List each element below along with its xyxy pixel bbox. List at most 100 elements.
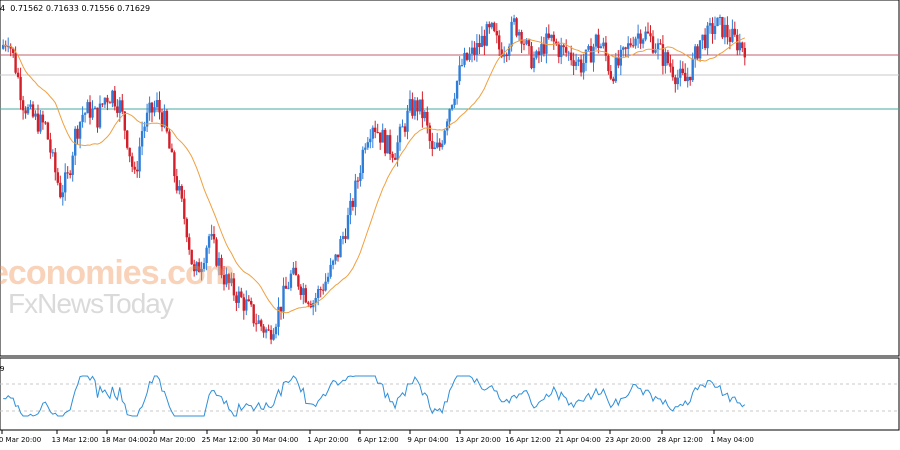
candle-body bbox=[326, 276, 330, 282]
candle-body bbox=[599, 46, 603, 49]
candle-body bbox=[207, 236, 211, 248]
candle-body bbox=[741, 42, 744, 49]
time-axis-label: 16 Apr 12:00 bbox=[505, 436, 551, 444]
candle-body bbox=[651, 36, 655, 53]
candle-body bbox=[607, 55, 610, 72]
candle-body bbox=[168, 131, 171, 149]
candle-body bbox=[592, 46, 595, 63]
chart-window[interactable]: 0 Mar 20:00 13 Mar 12:00 18 Mar 04:00 20 Ma… bbox=[0, 0, 900, 450]
candle-body bbox=[726, 24, 729, 38]
candle-body bbox=[51, 152, 54, 154]
candle-body bbox=[679, 68, 682, 78]
candle-body bbox=[302, 288, 305, 295]
candle-body bbox=[433, 147, 436, 149]
candle-body bbox=[698, 40, 702, 59]
candle-body bbox=[54, 152, 57, 173]
oscillator-line bbox=[3, 375, 746, 417]
candle-body bbox=[669, 63, 672, 67]
time-axis: 0 Mar 20:00 13 Mar 12:00 18 Mar 04:00 20 Ma… bbox=[0, 430, 754, 444]
candle-body bbox=[34, 113, 37, 117]
candle-body bbox=[483, 35, 486, 46]
candle-body bbox=[733, 28, 736, 35]
candle-body bbox=[572, 60, 575, 66]
candle-body bbox=[272, 334, 275, 340]
candle-body bbox=[634, 38, 637, 46]
candle-body bbox=[510, 21, 513, 47]
candle-body bbox=[16, 72, 20, 77]
time-axis-label: 18 Mar 04:00 bbox=[102, 436, 149, 444]
candle-body bbox=[527, 40, 531, 47]
candle-body bbox=[676, 77, 679, 85]
candle-body bbox=[339, 239, 342, 258]
candle-body bbox=[567, 52, 570, 54]
candle-body bbox=[654, 50, 657, 53]
candle-body bbox=[344, 236, 347, 239]
candle-body bbox=[577, 59, 580, 62]
price-chart[interactable]: 0 Mar 20:00 13 Mar 12:00 18 Mar 04:00 20 Ma… bbox=[0, 0, 900, 450]
candle-body bbox=[632, 45, 635, 47]
candle-body bbox=[354, 180, 357, 207]
candle-body bbox=[118, 100, 121, 113]
candle-body bbox=[398, 126, 402, 143]
candle-body bbox=[661, 44, 665, 66]
candle-body bbox=[488, 24, 491, 28]
candle-body bbox=[44, 122, 47, 124]
candle-body bbox=[386, 135, 389, 154]
candle-body bbox=[473, 47, 476, 55]
candle-body bbox=[498, 35, 501, 50]
candle-body bbox=[391, 154, 394, 158]
time-axis-label: 28 Apr 12:00 bbox=[657, 436, 703, 444]
candle-body bbox=[624, 47, 627, 49]
time-axis-label: 9 Apr 04:00 bbox=[407, 436, 448, 444]
candle-body bbox=[376, 132, 379, 133]
candle-body bbox=[83, 113, 87, 115]
candle-body bbox=[743, 48, 746, 58]
candle-body bbox=[361, 149, 364, 173]
candle-body bbox=[436, 142, 439, 148]
candle-body bbox=[307, 302, 310, 304]
candle-body bbox=[738, 42, 741, 51]
candle-body bbox=[19, 76, 22, 101]
candle-body bbox=[646, 31, 650, 34]
candle-body bbox=[460, 65, 464, 66]
candle-body bbox=[540, 44, 543, 56]
candle-body bbox=[121, 100, 124, 112]
candle-body bbox=[245, 299, 248, 311]
candle-body bbox=[570, 52, 573, 61]
candle-body bbox=[163, 110, 166, 127]
candle-body bbox=[299, 286, 302, 295]
ohlc-readout: 4 0.71562 0.71633 0.71556 0.71629 bbox=[0, 4, 150, 13]
candle-body bbox=[393, 157, 397, 160]
candle-body bbox=[349, 200, 352, 216]
candle-body bbox=[250, 301, 253, 305]
candle-body bbox=[396, 142, 399, 160]
candle-body bbox=[108, 102, 112, 104]
candle-body bbox=[701, 34, 704, 41]
candle-body bbox=[61, 192, 64, 198]
candle-body bbox=[36, 113, 40, 132]
candle-body bbox=[369, 138, 372, 143]
time-axis-label: 20 Mar 20:00 bbox=[149, 436, 196, 444]
time-axis-label: 30 Mar 04:00 bbox=[252, 436, 299, 444]
candle-body bbox=[416, 100, 419, 112]
candle-body bbox=[341, 236, 345, 239]
candle-body bbox=[517, 32, 521, 36]
candle-body bbox=[644, 31, 647, 40]
candle-body bbox=[503, 54, 506, 57]
candle-body bbox=[14, 53, 17, 73]
candle-body bbox=[681, 68, 684, 73]
candle-body bbox=[552, 34, 555, 42]
candle-body bbox=[240, 291, 243, 298]
candle-body bbox=[384, 129, 387, 154]
candle-body bbox=[346, 215, 350, 239]
candle-body bbox=[289, 273, 293, 288]
candle-body bbox=[582, 63, 585, 73]
candle-body bbox=[101, 103, 104, 105]
candle-body bbox=[639, 33, 642, 44]
candle-body bbox=[364, 147, 367, 150]
candle-body bbox=[210, 234, 213, 237]
candle-body bbox=[86, 102, 89, 114]
candle-body bbox=[322, 289, 325, 291]
candle-body bbox=[438, 142, 441, 148]
candle-body bbox=[689, 76, 692, 81]
